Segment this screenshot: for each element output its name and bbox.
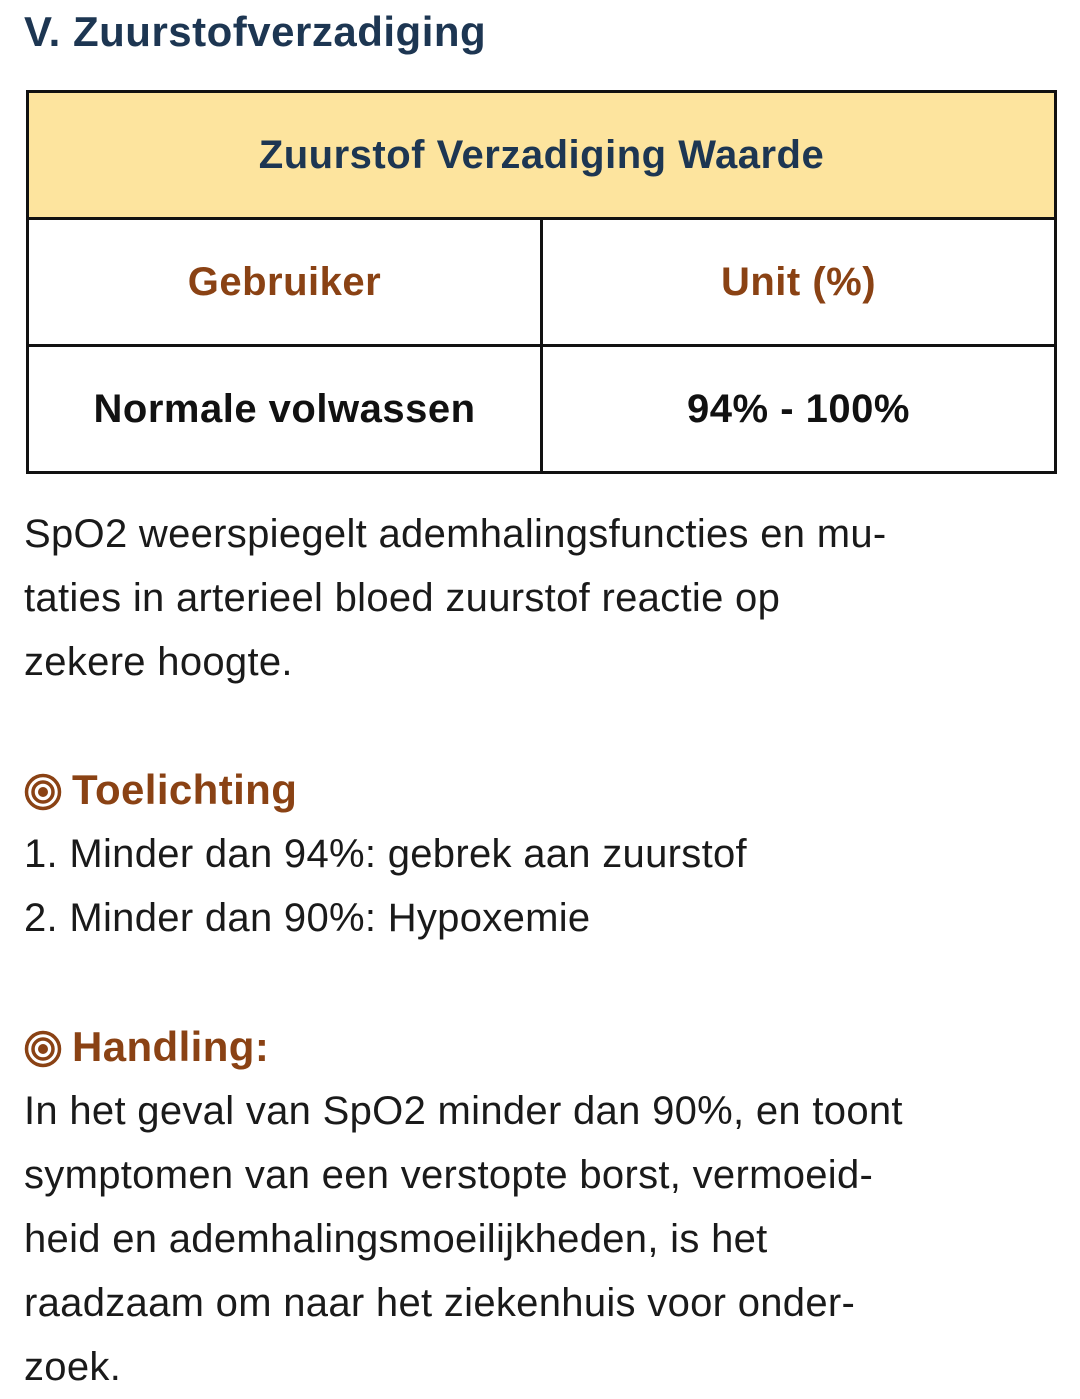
description-line: zekere hoogte.	[24, 640, 293, 684]
bullseye-icon	[24, 1028, 62, 1068]
description-line: SpO2 weerspiegelt ademhalingsfuncties en…	[24, 512, 887, 556]
handling-paragraph: In het geval van SpO2 minder dan 90%, en…	[24, 1079, 1064, 1399]
explanation-heading: Toelichting	[24, 764, 297, 816]
handling-heading: Handling:	[24, 1021, 269, 1073]
column-header-user: Gebruiker	[26, 217, 543, 347]
handling-line: heid en ademhalingsmoeilijkheden, is het	[24, 1217, 768, 1261]
column-header-unit: Unit (%)	[540, 217, 1057, 347]
list-item: 1. Minder dan 94%: gebrek aan zuurstof	[24, 832, 747, 876]
table-cell-user: Normale volwassen	[26, 344, 543, 474]
table-caption: Zuurstof Verzadiging Waarde	[26, 90, 1057, 220]
handling-line: raadzaam om naar het ziekenhuis voor ond…	[24, 1281, 856, 1325]
description-line: taties in arterieel bloed zuurstof react…	[24, 576, 781, 620]
handling-heading-text: Handling:	[72, 1023, 270, 1070]
list-item: 2. Minder dan 90%: Hypoxemie	[24, 896, 591, 940]
table-header-row: Gebruiker Unit (%)	[26, 217, 1057, 347]
explanation-heading-text: Toelichting	[72, 766, 298, 813]
table-row: Normale volwassen 94% - 100%	[26, 344, 1057, 474]
bullseye-icon	[24, 771, 62, 811]
table-cell-range: 94% - 100%	[540, 344, 1057, 474]
oxygen-saturation-table: Zuurstof Verzadiging Waarde Gebruiker Un…	[26, 90, 1057, 474]
handling-line: In het geval van SpO2 minder dan 90%, en…	[24, 1089, 903, 1133]
handling-line: zoek.	[24, 1345, 122, 1389]
handling-line: symptomen van een verstopte borst, vermo…	[24, 1153, 874, 1197]
description-paragraph: SpO2 weerspiegelt ademhalingsfuncties en…	[24, 502, 1064, 694]
section-title: V. Zuurstofverzadiging	[24, 8, 487, 55]
